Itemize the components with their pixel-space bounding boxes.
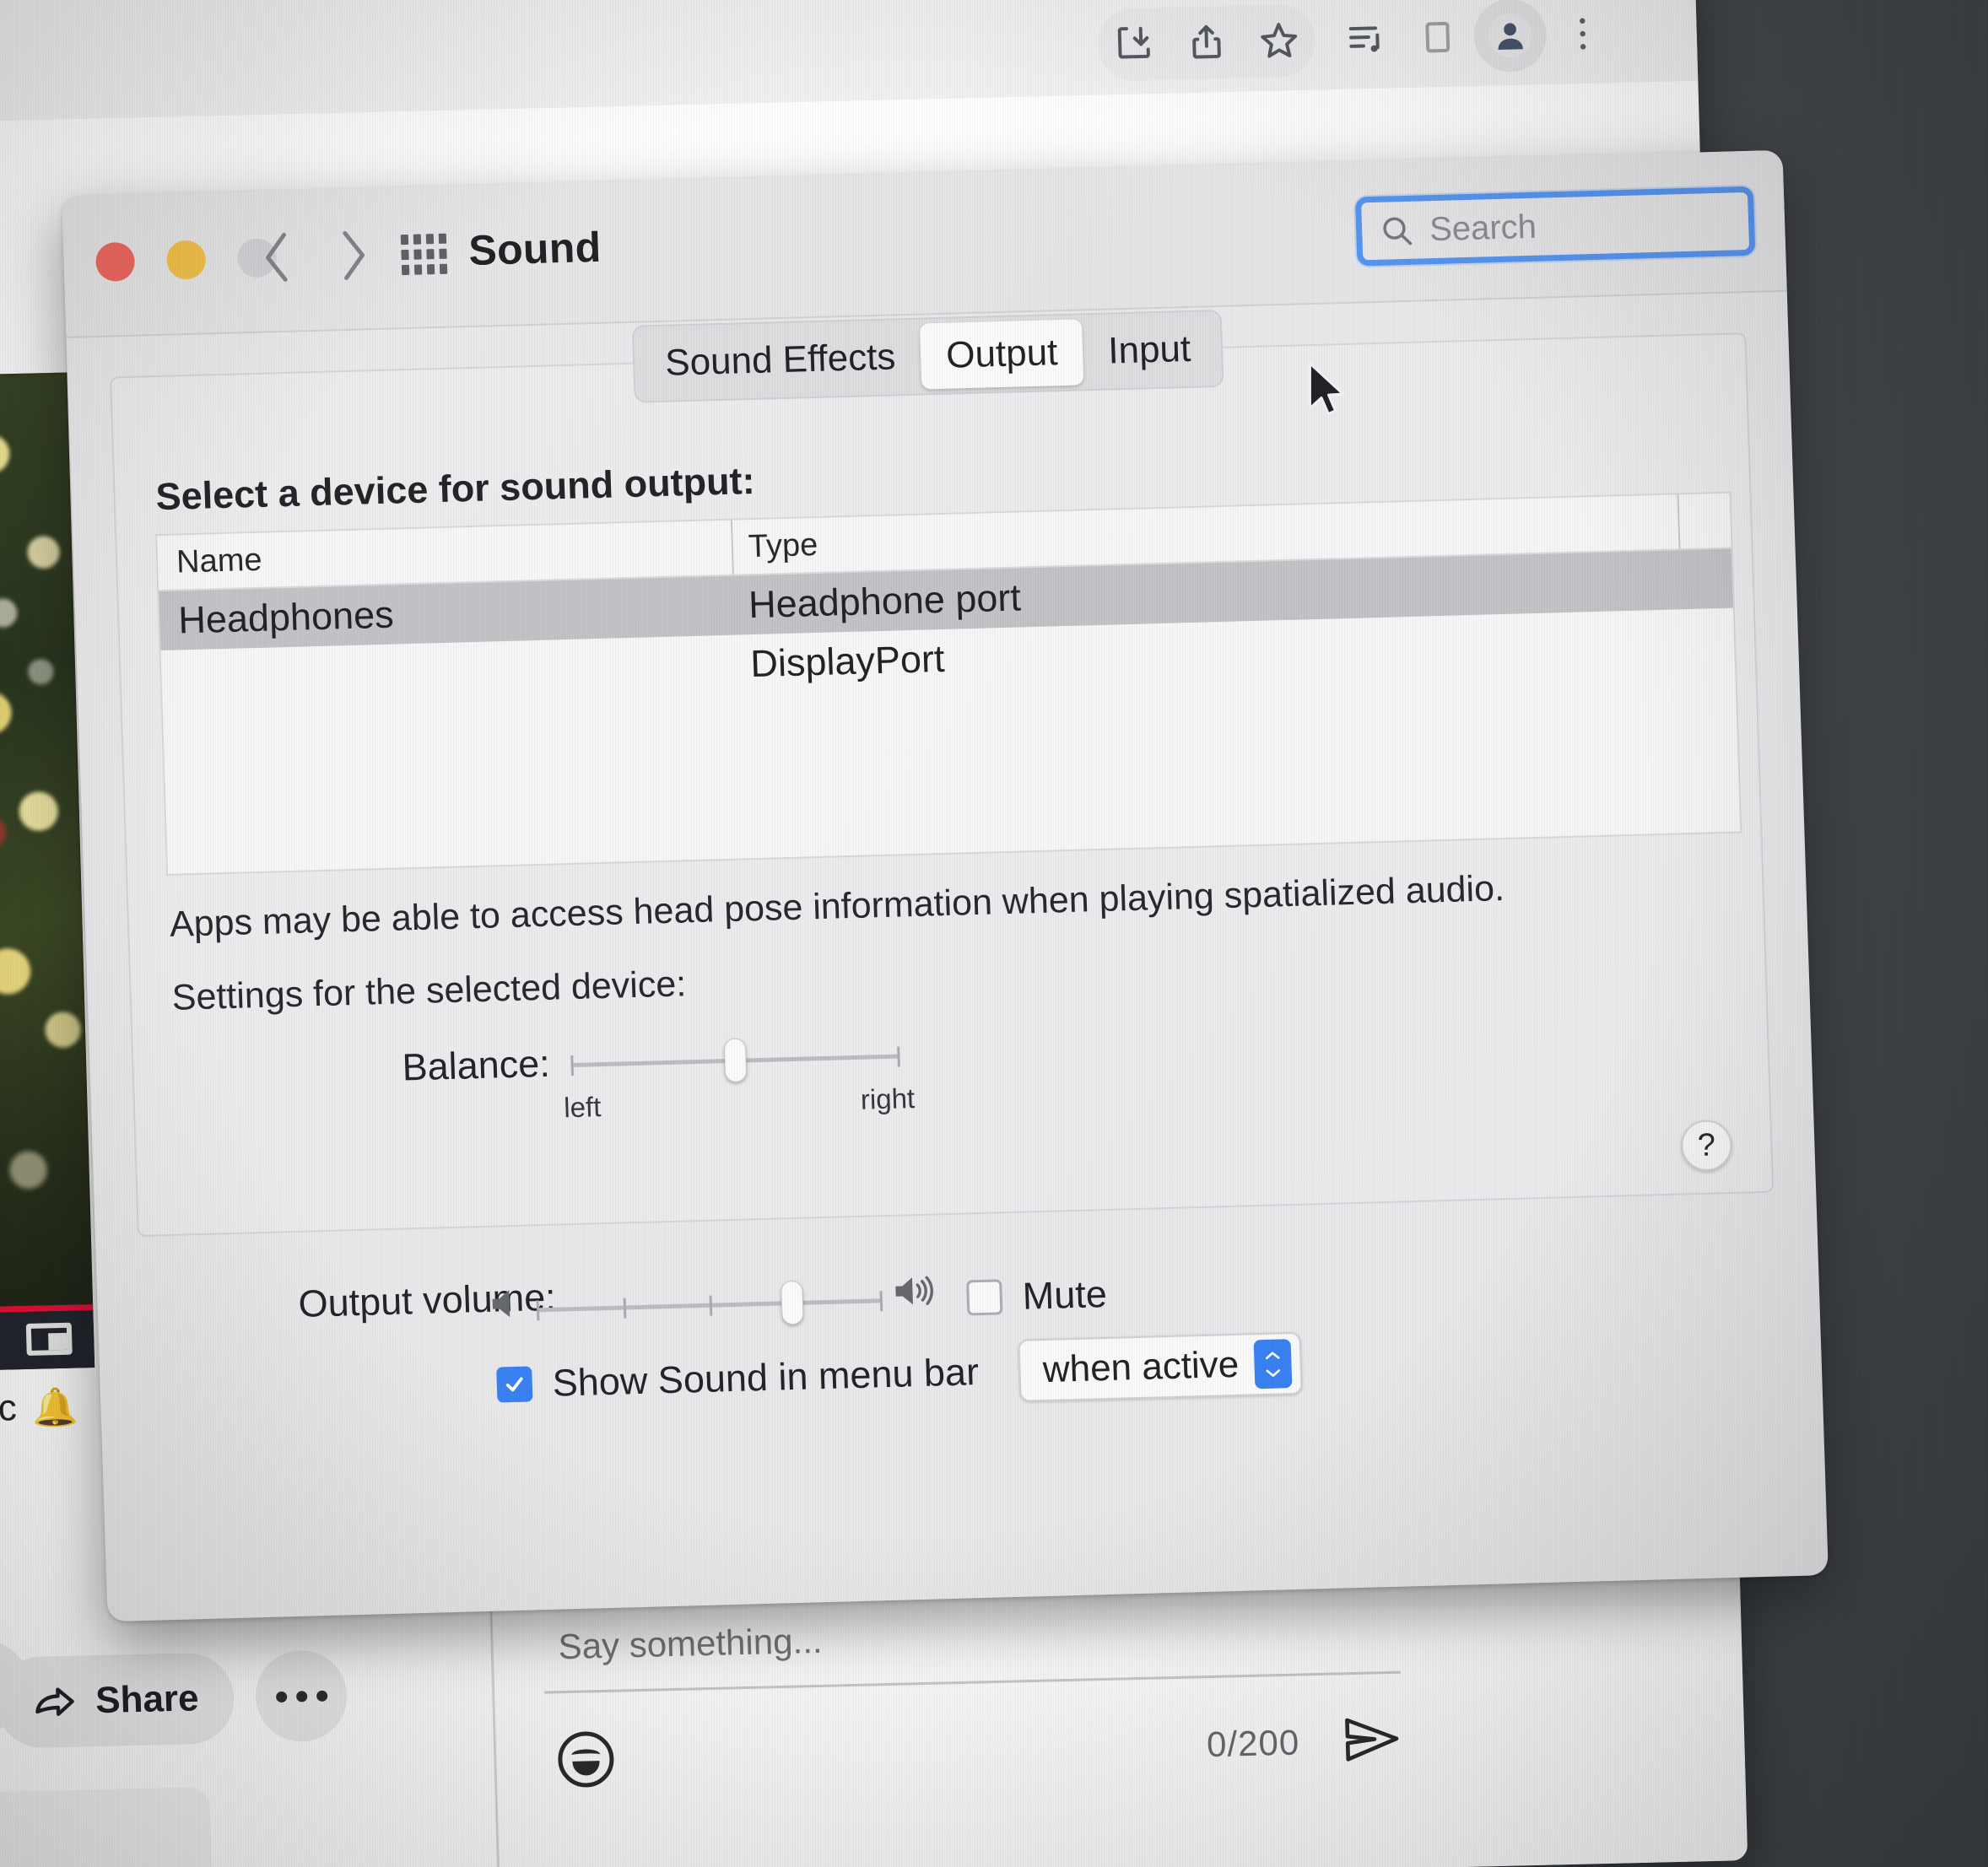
balance-slider-knob[interactable] [723, 1038, 748, 1083]
section-label: Select a device for sound output: [154, 458, 756, 519]
chevron-updown-icon [1253, 1339, 1293, 1389]
download-icon[interactable] [1097, 8, 1171, 82]
comment-composer: Say something... 0/200 [543, 1604, 1526, 1789]
emoji-icon[interactable] [557, 1730, 615, 1789]
share-button-label: Share [95, 1677, 200, 1722]
balance-slider[interactable]: left right [564, 1038, 916, 1123]
show-in-menu-bar-row: Show Sound in menu bar when active [496, 1331, 1303, 1416]
forward-icon[interactable] [322, 225, 383, 286]
related-card-stub[interactable] [0, 1786, 214, 1867]
help-button[interactable]: ? [1680, 1119, 1733, 1172]
search-field[interactable]: Search [1354, 186, 1756, 267]
menu-bar-visibility-popup[interactable]: when active [1018, 1331, 1303, 1402]
menu-bar-visibility-value: when active [1042, 1343, 1240, 1391]
cell-device-name [162, 665, 736, 680]
char-counter: 0/200 [1206, 1722, 1300, 1765]
media-playlist-icon[interactable] [1328, 2, 1402, 76]
speaker-high-icon [890, 1266, 939, 1319]
bookmark-star-icon[interactable] [1242, 4, 1316, 78]
bell-icon: 🔔 [31, 1386, 79, 1429]
show-sound-in-menu-bar-label: Show Sound in menu bar [551, 1350, 980, 1405]
back-icon[interactable] [246, 227, 307, 288]
tab-input[interactable]: Input [1082, 316, 1217, 385]
video-controls-bar[interactable] [0, 1310, 95, 1370]
mute-checkbox[interactable] [966, 1279, 1003, 1316]
device-table: Name Type Headphones Headphone port Disp… [155, 491, 1742, 876]
comment-input[interactable]: Say something... [543, 1604, 1522, 1667]
more-dots-icon [275, 1690, 328, 1702]
minimize-button[interactable] [165, 240, 207, 280]
chrome-menu-icon[interactable] [1546, 0, 1620, 71]
video-title-row: sic 🔔 [0, 1385, 78, 1432]
profile-avatar-icon[interactable] [1472, 0, 1548, 73]
sound-preferences-window: Sound Search Sound Effects Output Input … [62, 149, 1829, 1622]
column-header-spacer [1677, 493, 1731, 549]
search-input[interactable]: Search [1429, 208, 1537, 248]
screenshot-root: sic 🔔 Share Say something... 0/200 Sound… [0, 0, 1988, 1867]
mute-control: Mute [966, 1272, 1108, 1319]
cell-device-name: Headphones [177, 592, 395, 642]
browser-toolbar-icons [1096, 0, 1620, 82]
show-all-icon[interactable] [400, 233, 448, 276]
avatar [1488, 13, 1533, 58]
tab-sound-effects[interactable]: Sound Effects [639, 324, 922, 397]
output-volume-row: Output volume: Mute [97, 1246, 1818, 1325]
column-header-name[interactable]: Name [157, 529, 732, 580]
balance-row: Balance: left right [133, 1009, 1766, 1123]
balance-right-label: right [860, 1082, 916, 1115]
theater-mode-icon[interactable] [25, 1322, 73, 1356]
close-button[interactable] [95, 241, 136, 282]
output-volume-slider[interactable] [536, 1280, 883, 1325]
show-sound-in-menu-bar-checkbox[interactable] [496, 1366, 533, 1403]
share-button[interactable]: Share [0, 1652, 236, 1749]
share-icon[interactable] [1170, 6, 1244, 80]
video-title: sic [0, 1387, 18, 1430]
comment-toolbar: 0/200 [545, 1713, 1403, 1789]
tab-bar: Sound Effects Output Input [631, 309, 1224, 403]
more-actions-button[interactable] [254, 1649, 348, 1743]
toolbar-icon-group [1096, 3, 1317, 82]
speaker-low-icon [485, 1283, 527, 1329]
comment-input-underline [544, 1670, 1401, 1694]
settings-label: Settings for the selected device: [171, 963, 687, 1018]
send-icon[interactable] [1341, 1713, 1403, 1768]
search-icon [1383, 217, 1413, 246]
side-panel-icon[interactable] [1401, 0, 1475, 74]
tab-output[interactable]: Output [920, 319, 1084, 390]
mouse-cursor [1306, 361, 1350, 426]
balance-left-label: left [563, 1091, 602, 1124]
mute-label: Mute [1021, 1272, 1108, 1318]
spatial-audio-note: Apps may be able to access head pose inf… [169, 868, 1505, 945]
page-title: Sound [467, 223, 602, 274]
balance-label: Balance: [401, 1041, 551, 1089]
output-panel: Sound Effects Output Input Select a devi… [110, 309, 1775, 1238]
output-volume-knob[interactable] [781, 1280, 805, 1325]
